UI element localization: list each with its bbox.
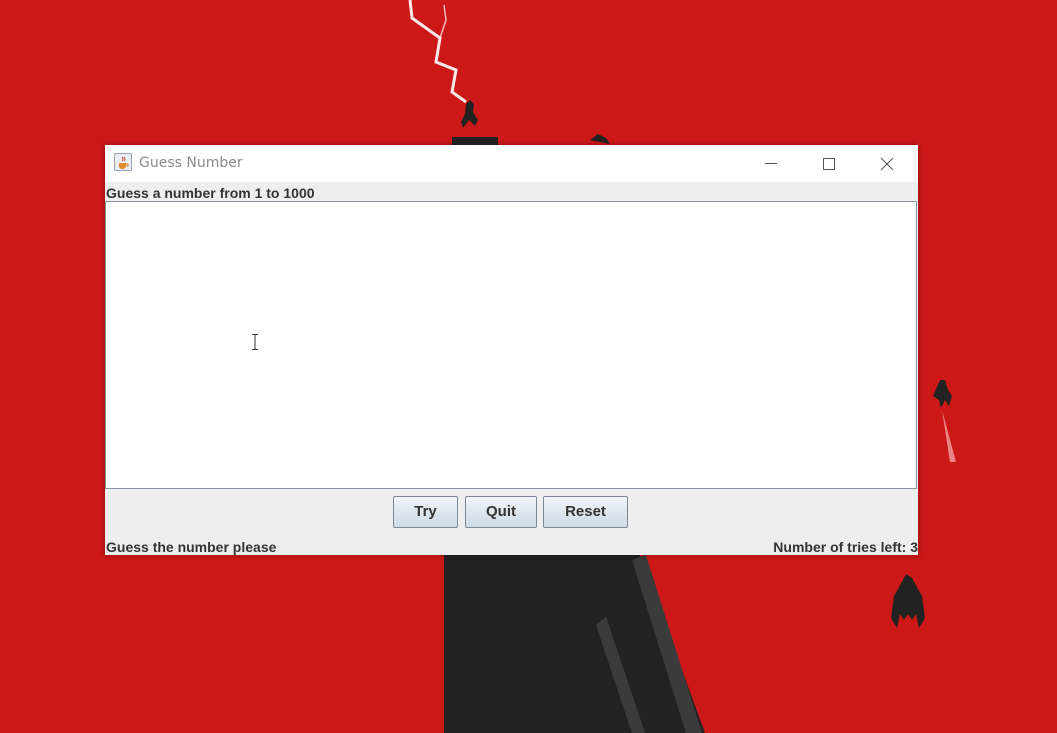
tries-left-label: Number of tries left: 3	[773, 539, 918, 555]
quit-button[interactable]: Quit	[465, 496, 537, 528]
maximize-icon	[823, 158, 835, 170]
close-button[interactable]	[864, 145, 910, 182]
text-cursor-icon	[252, 334, 258, 350]
java-cup-icon	[114, 153, 132, 171]
lightning-bolt	[408, 0, 467, 104]
close-icon	[880, 157, 894, 171]
status-message: Guess the number please	[106, 539, 277, 555]
prompt-label: Guess a number from 1 to 1000	[106, 185, 315, 201]
minimize-button[interactable]	[748, 145, 794, 182]
window-title: Guess Number	[139, 155, 243, 171]
minimize-icon	[765, 163, 777, 164]
flying-hero-silhouette	[933, 380, 952, 408]
reset-button[interactable]: Reset	[543, 496, 628, 528]
maximize-button[interactable]	[806, 145, 852, 182]
try-button[interactable]: Try	[393, 496, 458, 528]
guess-input-area[interactable]	[105, 201, 917, 489]
caped-hero-silhouette	[891, 574, 925, 628]
hero-silhouette-top	[461, 100, 478, 128]
guess-number-window: Guess Number Guess a number from 1 to 10…	[105, 145, 918, 555]
title-bar[interactable]: Guess Number	[105, 145, 918, 182]
button-row: Try Quit Reset	[105, 496, 918, 528]
